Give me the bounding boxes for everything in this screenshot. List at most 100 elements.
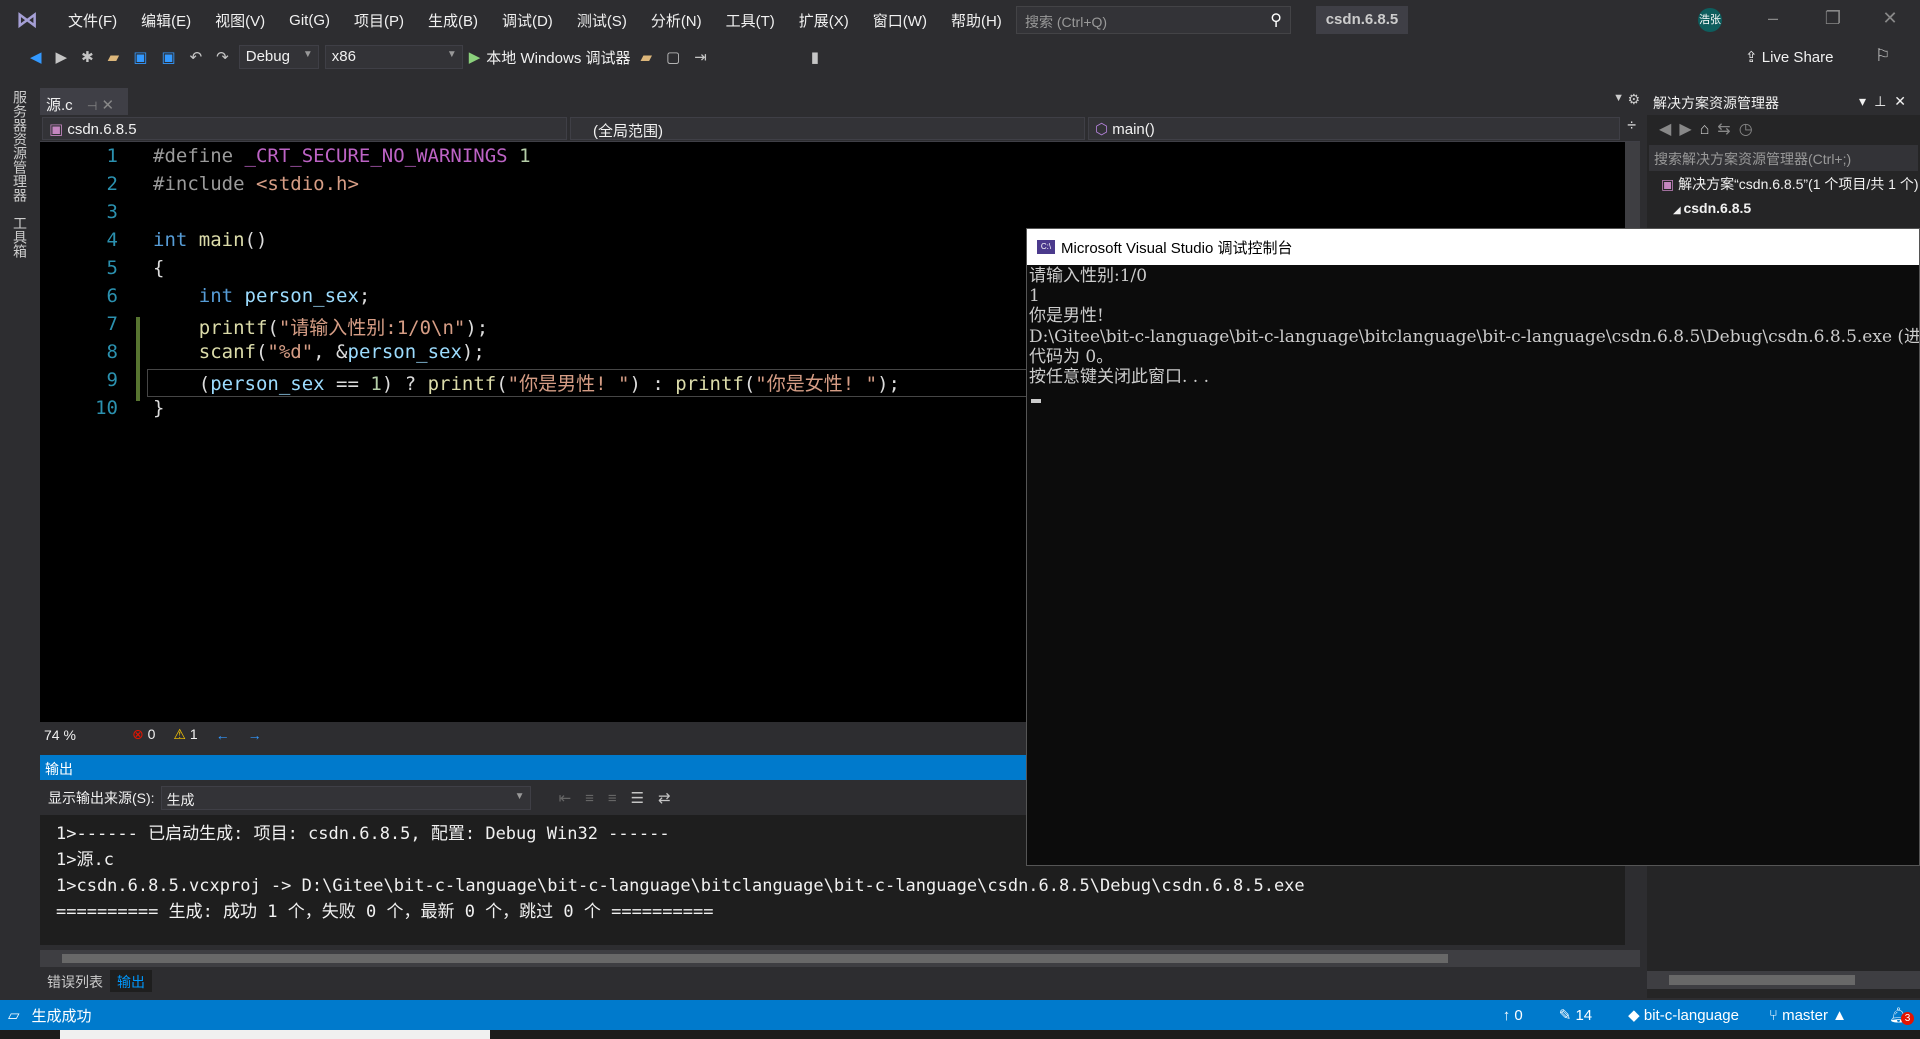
start-debug-icon[interactable]: ▶: [469, 48, 481, 66]
word-wrap-icon[interactable]: ⇄: [654, 789, 675, 807]
menu-analyze[interactable]: 分析(N): [639, 10, 714, 31]
menu-debug[interactable]: 调试(D): [490, 10, 565, 31]
next-issue-icon[interactable]: →: [248, 727, 262, 743]
solution-search-placeholder: 搜索解决方案资源管理器(Ctrl+;): [1654, 151, 1852, 167]
menu-window[interactable]: 窗口(W): [861, 10, 939, 31]
project-node[interactable]: ◢ csdn.6.8.5: [1647, 197, 1920, 219]
status-bar: ▱ 生成成功 ↑ 0 ✎ 14 ◆ bit-c-language ⑂ maste…: [0, 1000, 1920, 1030]
warning-count[interactable]: ⚠ 1: [173, 726, 197, 743]
project-combo-value: csdn.6.8.5: [67, 121, 137, 138]
prev-message-icon[interactable]: ≡: [581, 790, 598, 807]
menu-help[interactable]: 帮助(H): [939, 10, 1014, 31]
pin-icon[interactable]: ⊣: [87, 99, 97, 113]
close-button[interactable]: ✕: [1870, 8, 1910, 29]
error-count-value: 0: [147, 726, 156, 742]
output-horizontal-scrollbar[interactable]: [40, 950, 1640, 967]
live-share-button[interactable]: ⇪ Live Share: [1745, 48, 1833, 66]
next-message-icon[interactable]: ≡: [604, 790, 621, 807]
code-line: int main(): [153, 229, 268, 251]
clear-all-icon[interactable]: ☰: [627, 789, 648, 807]
bookmark-icon[interactable]: ▮: [807, 48, 823, 66]
save-all-icon[interactable]: ▣: [157, 48, 179, 66]
restore-button[interactable]: ❐: [1813, 8, 1853, 29]
menu-view[interactable]: 视图(V): [203, 10, 277, 31]
code-line: (person_sex == 1) ? printf("你是男性! ") : p…: [153, 373, 900, 395]
config-combo[interactable]: Debug ▼: [238, 45, 319, 69]
undo-icon[interactable]: ↶: [186, 48, 207, 66]
history-icon[interactable]: ◷: [1739, 121, 1761, 138]
menu-tools[interactable]: 工具(T): [714, 10, 787, 31]
solution-explorer-title: 解决方案资源管理器: [1653, 95, 1779, 111]
share-icon: ⇪: [1745, 49, 1762, 66]
menu-file[interactable]: 文件(F): [56, 10, 129, 31]
panel-controls[interactable]: ▾⊥✕: [1859, 93, 1914, 110]
avatar[interactable]: 浩张: [1698, 8, 1722, 32]
menu-edit[interactable]: 编辑(E): [129, 10, 203, 31]
visual-studio-logo-icon: ⋈: [16, 7, 38, 32]
zoom-combo[interactable]: 74 %: [44, 727, 114, 743]
forward-icon[interactable]: ▶: [52, 48, 72, 66]
split-icon[interactable]: ÷: [1627, 117, 1636, 135]
menu-build[interactable]: 生成(B): [416, 10, 490, 31]
expand-icon[interactable]: ◢: [1673, 205, 1683, 216]
solution-node[interactable]: ▣ 解决方案“csdn.6.8.5”(1 个项目/共 1 个): [1647, 171, 1920, 197]
taskbar-window[interactable]: [60, 1030, 490, 1039]
start-debug-button[interactable]: 本地 Windows 调试器: [486, 47, 630, 68]
scope-combo[interactable]: (全局范围): [570, 117, 1085, 140]
step-icon[interactable]: ⇥: [690, 48, 711, 66]
console-output: 请输入性别:1/0 1 你是男性! D:\Gitee\bit-c-language\b…: [1027, 265, 1919, 404]
tab-error-list[interactable]: 错误列表: [40, 970, 110, 992]
line-number: 2: [106, 173, 118, 195]
server-explorer-tab[interactable]: 服务器资源管理器: [10, 90, 30, 202]
branch-button[interactable]: ⑂ master ▲: [1769, 1007, 1847, 1024]
platform-combo[interactable]: x86 ▼: [324, 45, 463, 69]
home-icon[interactable]: ⌂: [1700, 121, 1718, 138]
search-icon: ⚲: [1270, 12, 1282, 29]
gear-icon[interactable]: ⚙: [1627, 91, 1640, 108]
goto-icon[interactable]: ⇤: [555, 789, 576, 807]
scrollbar-thumb[interactable]: [62, 954, 1448, 963]
project-combo[interactable]: ▣ csdn.6.8.5: [42, 117, 567, 140]
close-tab-icon[interactable]: ✕: [101, 97, 114, 114]
minimize-button[interactable]: –: [1753, 8, 1793, 29]
code-line: int person_sex;: [153, 285, 371, 307]
forward-icon[interactable]: ▶: [1679, 121, 1699, 138]
push-count-value: 0: [1514, 1006, 1523, 1024]
member-combo[interactable]: ⬡ main(): [1088, 117, 1620, 140]
previous-issue-icon[interactable]: ←: [216, 727, 230, 743]
toolbar: ◀ ▶ ✱ ▰ ▣ ▣ ↶ ↷ Debug ▼ x86 ▼ ▶ 本地 Windows…: [0, 40, 1920, 74]
toolbox-tab[interactable]: 工具箱: [10, 216, 30, 258]
error-count[interactable]: ⊗ 0: [132, 726, 155, 743]
menu-extensions[interactable]: 扩展(X): [787, 10, 861, 31]
sync-icon[interactable]: ⇆: [1717, 121, 1738, 138]
output-source-combo[interactable]: 生成 ▼: [160, 786, 531, 810]
tab-source-c[interactable]: 源.c ⊣ ✕: [40, 88, 128, 115]
console-title: Microsoft Visual Studio 调试控制台: [1061, 239, 1293, 257]
menu-test[interactable]: 测试(S): [565, 10, 639, 31]
search-input[interactable]: 搜索 (Ctrl+Q) ⚲: [1016, 6, 1291, 34]
debug-console-window[interactable]: C:\ Microsoft Visual Studio 调试控制台 请输入性别:1…: [1026, 228, 1920, 866]
chevron-down-icon: ▼: [302, 49, 313, 60]
push-count[interactable]: ↑ 0: [1503, 1007, 1523, 1024]
tab-list-icon[interactable]: ▼: [1613, 92, 1624, 104]
solution-toolbar: ◀▶⌂⇆◷: [1647, 115, 1920, 145]
branch-name: master: [1782, 1006, 1828, 1024]
solution-scrollbar[interactable]: [1647, 971, 1920, 989]
back-icon[interactable]: ◀: [1659, 121, 1679, 138]
new-project-icon[interactable]: ✱: [77, 48, 98, 66]
browse-icon[interactable]: ▰: [636, 48, 656, 66]
redo-icon[interactable]: ↷: [212, 48, 233, 66]
notifications-button[interactable]: 🔔︎ 3: [1889, 1006, 1914, 1025]
feedback-icon[interactable]: ⚐: [1875, 46, 1890, 66]
menu-project[interactable]: 项目(P): [342, 10, 416, 31]
repository-button[interactable]: ◆ bit-c-language: [1628, 1006, 1739, 1024]
tab-output[interactable]: 输出: [110, 970, 152, 992]
solution-search-input[interactable]: 搜索解决方案资源管理器(Ctrl+;): [1649, 145, 1918, 171]
back-icon[interactable]: ◀: [26, 48, 46, 66]
open-folder-icon[interactable]: ▰: [104, 48, 124, 66]
menu-git[interactable]: Git(G): [277, 12, 342, 29]
pending-changes[interactable]: ✎ 14: [1559, 1006, 1592, 1024]
console-line: 你是男性!: [1029, 306, 1104, 327]
browser-icon[interactable]: ▢: [662, 48, 684, 66]
save-icon[interactable]: ▣: [129, 48, 151, 66]
